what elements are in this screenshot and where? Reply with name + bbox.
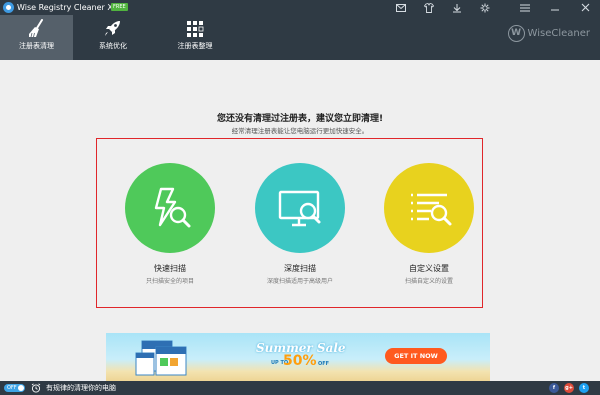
- broom-icon: [26, 19, 48, 38]
- tab-label: 系统优化: [99, 42, 127, 50]
- brand-text: WiseCleaner: [527, 27, 590, 39]
- custom-settings-option[interactable]: 自定义设置 扫描自定义的设置: [374, 163, 484, 285]
- facebook-icon[interactable]: f: [549, 383, 559, 393]
- mail-icon[interactable]: [390, 0, 412, 15]
- tab-registry-cleaner[interactable]: 注册表清理: [0, 15, 73, 60]
- rocket-icon: [103, 20, 123, 38]
- deep-scan-option[interactable]: 深度扫描 深度扫描适用于高级用户: [245, 163, 355, 285]
- menu-icon[interactable]: [514, 0, 536, 15]
- shirt-icon[interactable]: [418, 0, 440, 15]
- status-text: 有规律的清理你的电脑: [46, 384, 116, 392]
- deep-scan-desc: 深度扫描适用于高级用户: [266, 278, 333, 285]
- bolt-search-icon: [154, 187, 191, 228]
- brand-letter: W: [507, 24, 525, 42]
- title-bar: Wise Registry Cleaner X FREE: [0, 0, 600, 15]
- toggle-label: OFF: [7, 385, 17, 391]
- deep-scan-title: 深度扫描: [284, 264, 316, 273]
- get-it-now-button[interactable]: GET IT NOW: [385, 348, 447, 364]
- product-box-image: [135, 340, 187, 376]
- free-badge: FREE: [111, 3, 128, 11]
- fast-scan-button[interactable]: [125, 163, 215, 253]
- tab-label: 注册表清理: [19, 42, 54, 50]
- tab-label: 注册表整理: [177, 42, 213, 50]
- sale-percent: 50%: [283, 353, 317, 369]
- twitter-icon[interactable]: t: [579, 383, 589, 393]
- blocks-icon: [186, 20, 204, 38]
- tab-system-optimize[interactable]: 系统优化: [80, 15, 146, 60]
- close-icon[interactable]: [574, 0, 596, 15]
- page-subheading: 经常清理注册表能让您电脑运行更加快速安全。: [231, 127, 369, 135]
- tab-registry-defrag[interactable]: 注册表整理: [155, 15, 235, 60]
- list-search-icon: [411, 193, 452, 226]
- alarm-clock-icon: [31, 383, 41, 393]
- deep-scan-button[interactable]: [255, 163, 345, 253]
- custom-settings-title: 自定义设置: [409, 264, 449, 273]
- wisecleaner-logo[interactable]: W WiseCleaner: [507, 23, 590, 43]
- page-heading: 您还没有清理过注册表，建议您立即清理!: [216, 114, 384, 124]
- minimize-icon[interactable]: [544, 0, 566, 15]
- fast-scan-option[interactable]: 快速扫描 只扫描安全的项目: [115, 163, 225, 285]
- toggle-knob: [18, 385, 24, 391]
- gplus-icon[interactable]: g+: [564, 383, 574, 393]
- nav-bar: 注册表清理 系统优化 注册表整理 W WiseCleaner: [0, 15, 600, 60]
- status-bar: OFF 有规律的清理你的电脑 f g+ t: [0, 381, 600, 395]
- schedule-toggle[interactable]: OFF: [4, 384, 25, 392]
- custom-settings-desc: 扫描自定义的设置: [404, 278, 453, 285]
- fast-scan-desc: 只扫描安全的项目: [145, 278, 194, 285]
- download-icon[interactable]: [446, 0, 468, 15]
- custom-settings-button[interactable]: [384, 163, 474, 253]
- monitor-search-icon: [278, 190, 321, 227]
- app-title: Wise Registry Cleaner X: [17, 3, 113, 12]
- settings-icon[interactable]: [474, 0, 496, 15]
- sale-off: OFF: [318, 361, 330, 367]
- app-logo: [3, 2, 14, 13]
- fast-scan-title: 快速扫描: [154, 264, 186, 273]
- summer-sale-banner[interactable]: Summer Sale UP TO 50% OFF GET IT NOW: [106, 333, 490, 381]
